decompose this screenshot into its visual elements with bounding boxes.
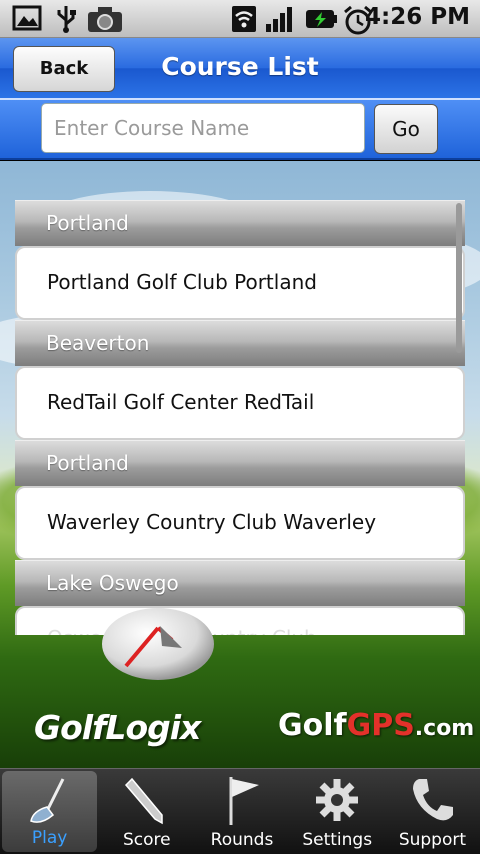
tab-settings[interactable]: Settings — [290, 769, 385, 854]
wifi-icon — [232, 6, 256, 32]
city-header: Portland — [15, 200, 465, 246]
tab-label: Play — [31, 828, 68, 848]
page-title: Course List — [161, 52, 319, 81]
tab-label: Rounds — [210, 830, 274, 850]
course-row[interactable]: Portland Golf Club Portland — [15, 246, 465, 320]
city-header: Portland — [15, 440, 465, 486]
camera-icon — [88, 7, 122, 32]
golfgps-logo: GolfGPS.com — [278, 708, 474, 743]
usb-icon — [57, 6, 76, 33]
golf-ball-icon — [102, 608, 214, 680]
go-button[interactable]: Go — [374, 104, 438, 154]
city-header: Lake Oswego — [15, 560, 465, 606]
signal-icon — [266, 7, 292, 32]
search-bar: Go — [0, 100, 480, 160]
battery-charging-icon — [306, 10, 337, 28]
golfgps-logo-com: .com — [414, 716, 475, 741]
course-row[interactable]: RedTail Golf Center RedTail — [15, 366, 465, 440]
flag-icon — [229, 777, 259, 825]
gear-icon — [316, 779, 359, 821]
course-row[interactable]: Oswego Lake Country Club — [15, 606, 465, 635]
tab-rounds[interactable]: Rounds — [194, 769, 289, 854]
list-scrollbar[interactable] — [456, 203, 462, 353]
tab-label: Score — [122, 830, 171, 850]
course-list[interactable]: Portland Portland Golf Club Portland Bea… — [15, 200, 465, 635]
golf-club-icon — [29, 778, 64, 823]
tab-support[interactable]: Support — [385, 769, 480, 854]
pencil-icon — [124, 777, 163, 825]
status-time: 4:26 PM — [365, 4, 470, 30]
phone-icon — [413, 779, 454, 821]
status-bar: 4:26 PM — [0, 0, 480, 38]
header: Back Course List — [0, 38, 480, 100]
course-row[interactable]: Waverley Country Club Waverley — [15, 486, 465, 560]
tab-score[interactable]: Score — [99, 769, 194, 854]
golfgps-logo-golf: Golf — [278, 708, 347, 743]
tab-bar: Play Score Rounds Settings Support — [0, 768, 480, 854]
golfgps-logo-gps: GPS — [346, 708, 415, 743]
tab-label: Settings — [302, 830, 373, 850]
tab-play[interactable]: Play — [2, 771, 98, 852]
image-icon — [12, 5, 42, 31]
city-header: Beaverton — [15, 320, 465, 366]
tab-label: Support — [398, 830, 467, 850]
course-name-input[interactable] — [41, 103, 365, 153]
golflogix-logo: GolfLogix — [34, 708, 201, 747]
